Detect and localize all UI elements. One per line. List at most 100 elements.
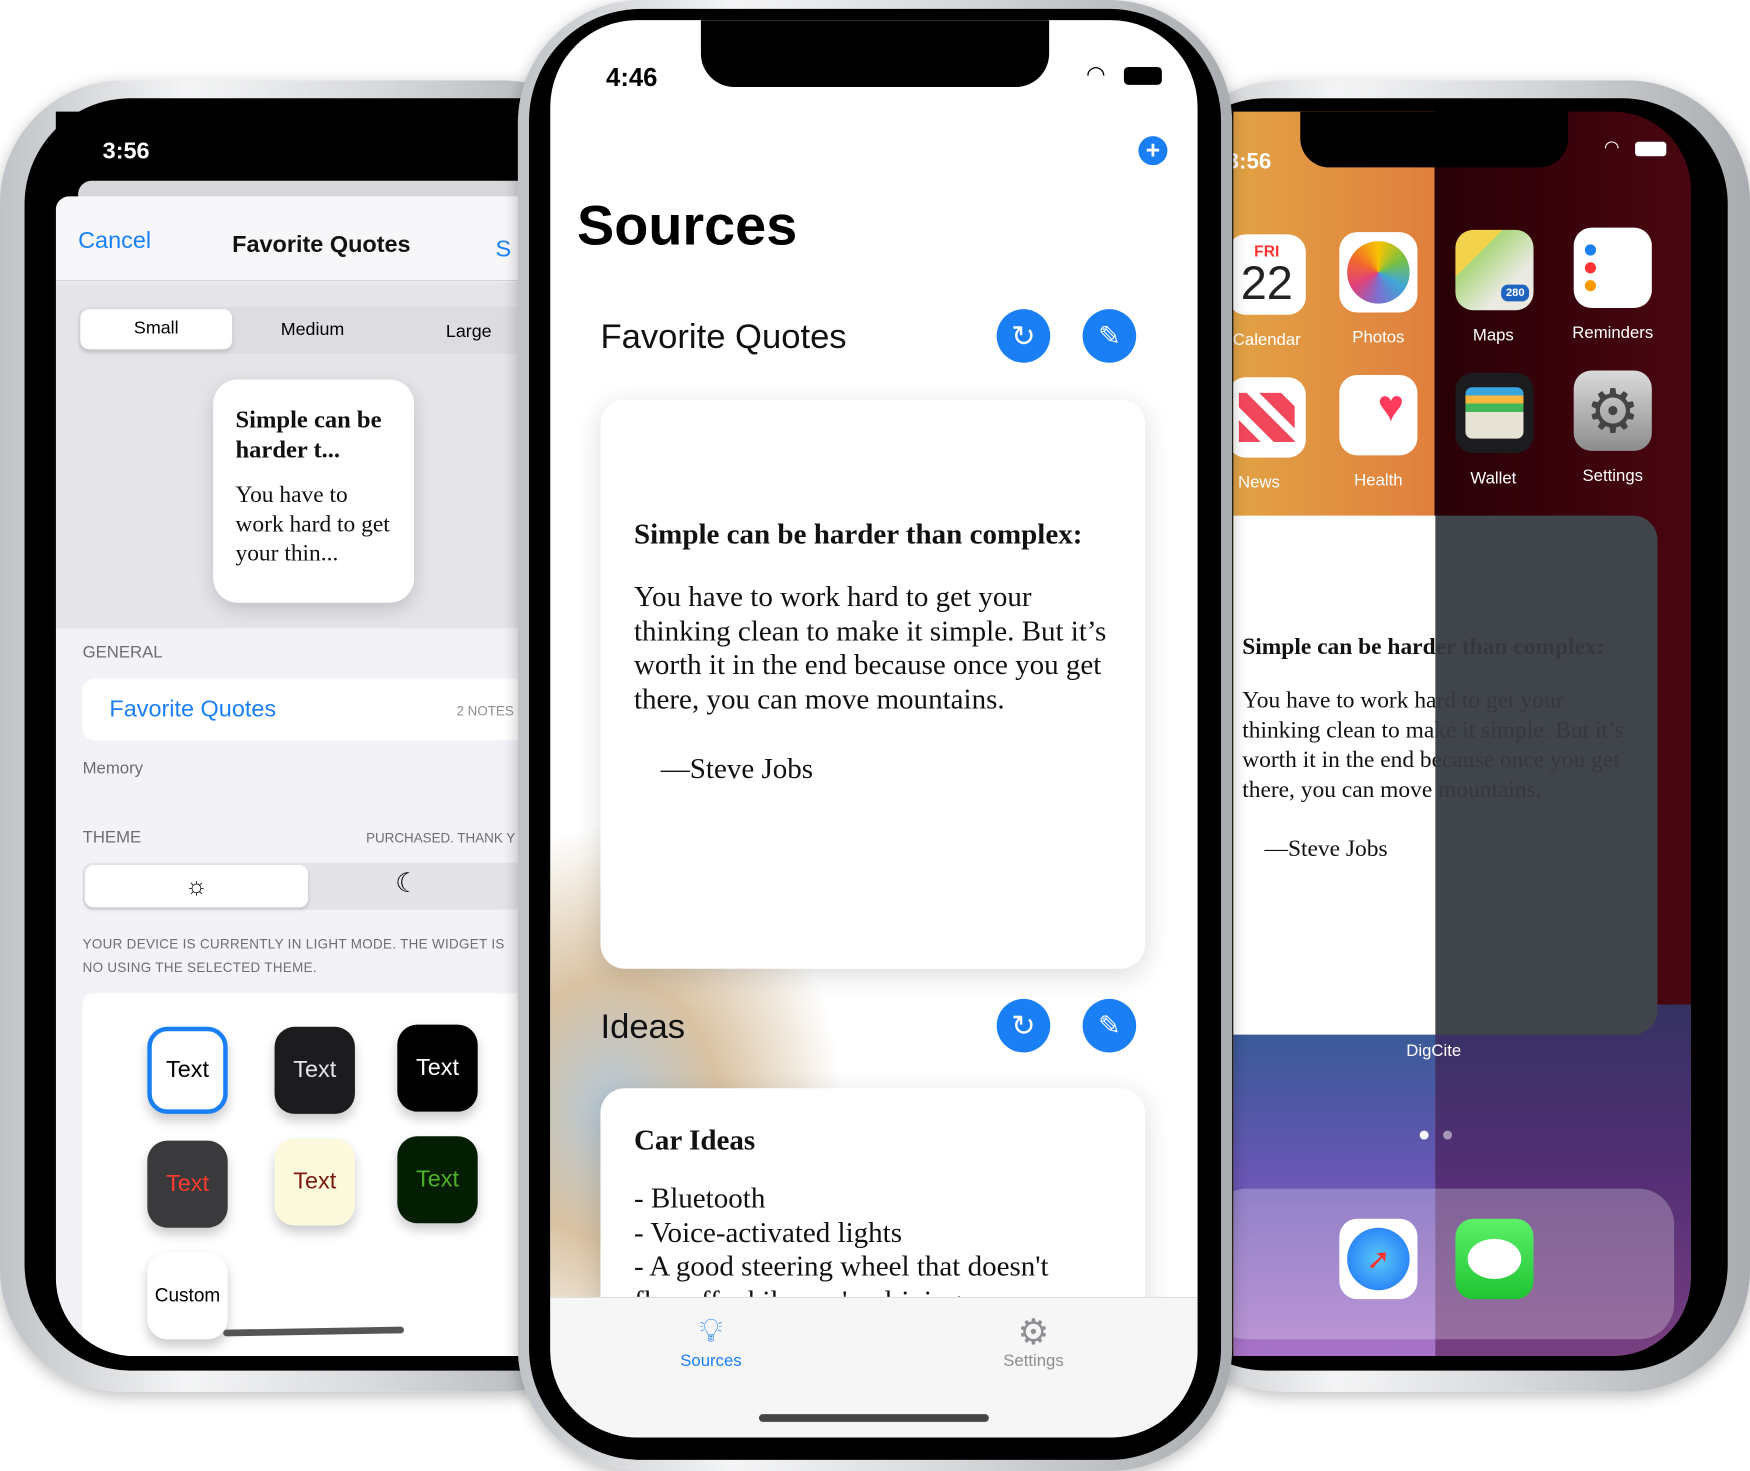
card-title: Car Ideas bbox=[633, 1123, 756, 1157]
tab-bar: 💡︎ Sources ⚙ Settings bbox=[550, 1296, 1198, 1438]
photos-icon bbox=[1347, 241, 1410, 304]
safari-icon: ➚ bbox=[1347, 1227, 1410, 1291]
card-line: - Voice-activated lights bbox=[633, 1215, 903, 1249]
heart-icon: ♥ bbox=[1377, 381, 1405, 431]
card-body: You have to work hard to get your thinki… bbox=[633, 580, 1107, 715]
card-line: - A good steering wheel that doesn't bbox=[633, 1250, 1049, 1283]
tab-settings-label: Settings bbox=[1003, 1351, 1064, 1371]
pencil-icon: ✎ bbox=[1098, 1010, 1121, 1041]
safari-app[interactable]: ➚ bbox=[1339, 1218, 1418, 1300]
theme-segmented-control[interactable]: ☼ ☾ bbox=[82, 862, 547, 910]
left-phone-screen: 3:56 Cancel Favorite Quotes S Small Medi… bbox=[55, 111, 547, 1357]
theme-footer: YOUR DEVICE IS CURRENTLY IN LIGHT MODE. … bbox=[82, 936, 505, 976]
calendar-label: Calendar bbox=[1233, 330, 1301, 350]
refresh-button[interactable]: ↻ bbox=[996, 309, 1051, 363]
calendar-date: 22 bbox=[1240, 256, 1293, 310]
edit-button[interactable]: ✎ bbox=[1082, 998, 1137, 1053]
health-app[interactable]: ♥ bbox=[1339, 375, 1418, 456]
status-time: 3:56 bbox=[102, 138, 150, 165]
settings-sheet: Cancel Favorite Quotes S Small Medium La… bbox=[55, 196, 547, 1357]
theme-style-tile[interactable]: Text bbox=[147, 1140, 228, 1228]
reminders-label: Reminders bbox=[1572, 323, 1654, 343]
dock bbox=[1233, 1188, 1675, 1340]
maps-badge: 280 bbox=[1501, 284, 1530, 302]
theme-style-tile[interactable]: Text bbox=[147, 1026, 228, 1114]
reminder-dot-red bbox=[1584, 262, 1597, 274]
settings-label: Settings bbox=[1582, 466, 1644, 486]
moon-icon: ☾ bbox=[395, 868, 420, 899]
size-segmented-control[interactable]: Small Medium Large bbox=[78, 306, 547, 354]
refresh-icon: ↻ bbox=[1011, 1008, 1036, 1042]
quote-widget[interactable]: Simple can be harder than complex: You h… bbox=[1233, 515, 1658, 1035]
battery-icon bbox=[1635, 141, 1667, 157]
widget-preview: Simple can be harder t... You have to wo… bbox=[213, 379, 415, 603]
plus-icon: + bbox=[1145, 136, 1161, 165]
reminders-app[interactable] bbox=[1573, 227, 1652, 309]
theme-light-option[interactable]: ☼ bbox=[84, 864, 309, 908]
section-title-ideas: Ideas bbox=[600, 1006, 686, 1046]
maps-app[interactable]: 280 bbox=[1455, 229, 1534, 311]
theme-style-tile[interactable]: Text bbox=[397, 1136, 478, 1224]
wallet-app[interactable] bbox=[1455, 372, 1534, 454]
preview-body: You have to work hard to get your thin..… bbox=[235, 481, 390, 566]
card-title: Simple can be harder than complex: bbox=[633, 517, 1083, 551]
card-line: - Bluetooth bbox=[633, 1181, 766, 1215]
theme-style-tile[interactable]: Custom bbox=[147, 1252, 228, 1340]
page-title: Sources bbox=[577, 194, 798, 257]
edit-button[interactable]: ✎ bbox=[1082, 309, 1137, 363]
status-time: 3:56 bbox=[1233, 149, 1272, 175]
settings-app[interactable]: ⚙ bbox=[1573, 370, 1652, 451]
theme-dark-option[interactable]: ☾ bbox=[395, 867, 419, 899]
segment-small[interactable]: Small bbox=[80, 309, 233, 350]
health-label: Health bbox=[1354, 470, 1403, 490]
theme-style-tile[interactable]: Text bbox=[274, 1138, 355, 1226]
page-dot[interactable] bbox=[1443, 1130, 1453, 1140]
widget-dark-overlay bbox=[1435, 515, 1658, 1035]
segment-large[interactable]: Large bbox=[413, 323, 525, 343]
tab-settings[interactable]: ⚙ Settings bbox=[978, 1311, 1090, 1370]
source-name: Favorite Quotes bbox=[109, 696, 277, 723]
page-dot-active[interactable] bbox=[1419, 1130, 1429, 1140]
preview-title: Simple can be harder t... bbox=[235, 405, 382, 464]
tab-sources[interactable]: 💡︎ Sources bbox=[655, 1311, 767, 1371]
tab-sources-label: Sources bbox=[680, 1351, 742, 1371]
style-grid: Text Text Text Text Text Text Custom bbox=[82, 993, 547, 1357]
maps-label: Maps bbox=[1472, 325, 1514, 345]
news-icon bbox=[1238, 392, 1295, 442]
add-source-button[interactable]: + bbox=[1138, 136, 1168, 166]
sheet-title: Favorite Quotes bbox=[232, 232, 411, 258]
quote-card[interactable]: Simple can be harder than complex: You h… bbox=[600, 399, 1146, 969]
card-attribution: —Steve Jobs bbox=[660, 752, 814, 785]
sun-icon: ☼ bbox=[185, 871, 208, 900]
photos-app[interactable] bbox=[1339, 232, 1418, 313]
cancel-button[interactable]: Cancel bbox=[78, 228, 151, 255]
wallet-icon bbox=[1465, 387, 1524, 439]
theme-status: PURCHASED. THANK Y bbox=[366, 830, 516, 847]
home-indicator bbox=[758, 1414, 989, 1422]
theme-style-tile[interactable]: Text bbox=[397, 1024, 478, 1112]
general-footer: Memory bbox=[82, 758, 144, 778]
wifi-icon: ◠ bbox=[1085, 62, 1106, 88]
pencil-icon: ✎ bbox=[1098, 320, 1121, 352]
right-phone-screen: 3:56 ◠ FRI 22 280 ♥ ⚙ Calendar Photos Ma… bbox=[1233, 111, 1691, 1357]
center-phone-screen: 4:46 ◠ + Sources Favorite Quotes ↻ ✎ Sim… bbox=[550, 20, 1198, 1438]
save-button[interactable]: S bbox=[496, 237, 512, 264]
calendar-app[interactable]: FRI 22 bbox=[1233, 234, 1306, 315]
messages-app[interactable] bbox=[1455, 1218, 1534, 1300]
news-app[interactable] bbox=[1233, 377, 1306, 458]
refresh-icon: ↻ bbox=[1011, 318, 1036, 353]
status-time: 4:46 bbox=[606, 62, 658, 92]
news-label: News bbox=[1238, 473, 1280, 493]
refresh-button[interactable]: ↻ bbox=[996, 998, 1051, 1053]
photos-label: Photos bbox=[1352, 328, 1405, 348]
wifi-icon: ◠ bbox=[1603, 138, 1620, 158]
notch bbox=[1300, 111, 1569, 168]
theme-style-tile[interactable]: Text bbox=[274, 1026, 355, 1114]
wallet-label: Wallet bbox=[1470, 468, 1517, 488]
segment-medium[interactable]: Medium bbox=[257, 320, 369, 340]
battery-icon bbox=[1123, 66, 1162, 85]
section-title-favorite-quotes: Favorite Quotes bbox=[600, 316, 847, 357]
source-row[interactable]: Favorite Quotes 2 NOTES bbox=[82, 678, 547, 740]
lightbulb-icon: 💡︎ bbox=[699, 1312, 723, 1350]
general-header: GENERAL bbox=[82, 642, 163, 662]
